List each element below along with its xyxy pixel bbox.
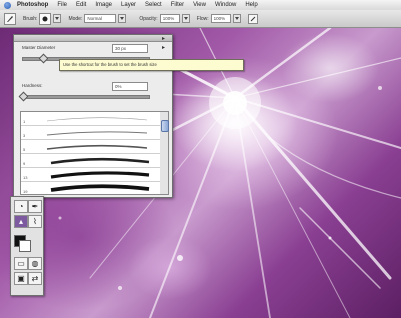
brush-stroke-preview bbox=[50, 171, 150, 179]
palette-titlebar[interactable] bbox=[14, 35, 172, 42]
tooltip: Use the shortcut for the brush to set th… bbox=[59, 59, 244, 71]
apple-logo-icon[interactable] bbox=[4, 1, 11, 9]
mode-label: Mode: bbox=[68, 15, 83, 22]
pen-tool-icon[interactable]: ✒ bbox=[28, 200, 42, 213]
standard-mode-icon[interactable]: ▭ bbox=[14, 257, 28, 270]
brush-list[interactable]: 1 3 5 9 13 19 bbox=[20, 111, 162, 195]
brush-size-label: 5 bbox=[23, 147, 26, 152]
brush-item[interactable]: 5 bbox=[21, 140, 161, 154]
brush-stroke-preview bbox=[50, 157, 150, 165]
diameter-label: Master Diameter bbox=[22, 45, 56, 50]
brush-stroke-preview bbox=[46, 144, 148, 150]
diameter-row: Master Diameter bbox=[22, 45, 55, 50]
brush-size-label: 19 bbox=[23, 189, 28, 194]
menu-layer[interactable]: Layer bbox=[121, 2, 136, 8]
eyedropper-tool-icon[interactable]: ⌇ bbox=[28, 215, 42, 228]
palette-menu-icon[interactable]: ▸ bbox=[162, 36, 168, 42]
menu-edit[interactable]: Edit bbox=[76, 2, 86, 8]
brush-item[interactable]: 13 bbox=[21, 168, 161, 182]
scrollbar-thumb[interactable] bbox=[161, 120, 169, 132]
menu-help[interactable]: Help bbox=[245, 2, 257, 8]
brush-picker-button[interactable] bbox=[39, 12, 52, 25]
opacity-field[interactable]: 100% bbox=[159, 14, 180, 23]
hardness-field[interactable]: 0% bbox=[112, 82, 148, 91]
mode-select[interactable]: Normal bbox=[84, 14, 117, 23]
diameter-field[interactable]: 30 px bbox=[112, 44, 148, 53]
mode-select-arrow-icon[interactable] bbox=[118, 14, 127, 23]
brush-stroke-preview bbox=[50, 184, 150, 192]
background-color-swatch[interactable] bbox=[19, 240, 31, 252]
menu-file[interactable]: File bbox=[57, 2, 67, 8]
airbrush-icon[interactable] bbox=[247, 13, 258, 24]
flow-label: Flow: bbox=[196, 15, 209, 22]
brush-item[interactable]: 9 bbox=[21, 154, 161, 168]
opacity-label: Opacity: bbox=[139, 15, 158, 22]
hardness-slider-knob[interactable] bbox=[18, 91, 29, 102]
menu-window[interactable]: Window bbox=[215, 2, 236, 8]
brush-stroke-preview bbox=[46, 117, 148, 122]
flow-field[interactable]: 100% bbox=[210, 14, 231, 23]
jump-to-imageready-icon[interactable]: ⇄ bbox=[28, 272, 42, 285]
opacity-arrow-icon[interactable] bbox=[181, 14, 190, 23]
brush-size-label: 13 bbox=[23, 175, 28, 180]
menu-select[interactable]: Select bbox=[145, 2, 162, 8]
hardness-row: Hardness: bbox=[22, 83, 43, 88]
menu-view[interactable]: View bbox=[193, 2, 206, 8]
hardness-slider[interactable] bbox=[22, 95, 150, 99]
brush-size-label: 9 bbox=[23, 161, 26, 166]
brush-item[interactable]: 1 bbox=[21, 112, 161, 126]
palette-options-icon[interactable]: ▸ bbox=[162, 45, 168, 51]
brush-picker-arrow-icon[interactable] bbox=[53, 14, 62, 23]
screen-mode-icon[interactable]: ▣ bbox=[14, 272, 28, 285]
menu-filter[interactable]: Filter bbox=[171, 2, 184, 8]
dodge-tool-icon[interactable]: ◔ bbox=[14, 200, 28, 213]
quick-mask-icon[interactable]: ◍ bbox=[28, 257, 42, 270]
brush-size-label: 1 bbox=[23, 119, 26, 124]
brush-tool-icon[interactable]: ▴ bbox=[14, 215, 28, 228]
hardness-label: Hardness: bbox=[22, 83, 43, 88]
flow-arrow-icon[interactable] bbox=[232, 14, 241, 23]
brush-stroke-preview bbox=[46, 131, 148, 136]
toolbox: ◔ ✒ ▴ ⌇ ▭ ◍ ▣ ⇄ bbox=[10, 196, 44, 296]
menu-image[interactable]: Image bbox=[95, 2, 112, 8]
options-bar: Brush: Mode: Normal Opacity: 100% Flow: … bbox=[0, 10, 401, 28]
brush-tool-preset-icon[interactable] bbox=[4, 12, 16, 25]
brush-size-label: 3 bbox=[23, 133, 26, 138]
diameter-slider-knob[interactable] bbox=[38, 53, 49, 64]
brush-list-scrollbar[interactable] bbox=[160, 111, 169, 195]
brush-item[interactable]: 3 bbox=[21, 126, 161, 140]
brush-item[interactable]: 19 bbox=[21, 182, 161, 194]
menu-photoshop[interactable]: Photoshop bbox=[17, 2, 48, 8]
brush-label: Brush: bbox=[23, 15, 38, 22]
